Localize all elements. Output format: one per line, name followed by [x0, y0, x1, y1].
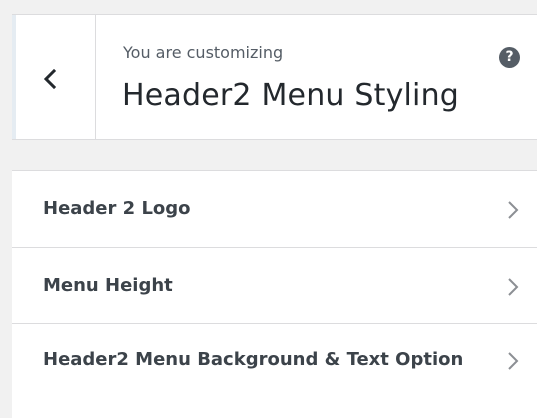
- help-button[interactable]: ?: [499, 47, 520, 68]
- question-mark-icon: ?: [505, 49, 514, 65]
- back-button[interactable]: [12, 15, 96, 139]
- chevron-right-icon: [508, 352, 519, 370]
- menu-item-label: Header2 Menu Background & Text Option: [43, 349, 464, 370]
- menu-item-header-2-logo[interactable]: Header 2 Logo: [12, 171, 537, 248]
- customizer-panel: You are customizing Header2 Menu Styling…: [0, 0, 537, 418]
- chevron-left-icon: [43, 69, 57, 89]
- menu-list: Header 2 Logo Menu Height Header2 Menu B…: [12, 170, 537, 418]
- chevron-right-icon: [508, 201, 519, 219]
- chevron-right-icon: [508, 278, 519, 296]
- menu-item-header2-menu-background-text-option[interactable]: Header2 Menu Background & Text Option: [12, 324, 537, 418]
- section-header: You are customizing Header2 Menu Styling…: [12, 14, 537, 140]
- customizing-label: You are customizing: [123, 43, 284, 62]
- menu-item-label: Header 2 Logo: [43, 198, 191, 219]
- menu-item-menu-height[interactable]: Menu Height: [12, 248, 537, 324]
- menu-item-label: Menu Height: [43, 275, 173, 296]
- section-title: Header2 Menu Styling: [122, 78, 460, 113]
